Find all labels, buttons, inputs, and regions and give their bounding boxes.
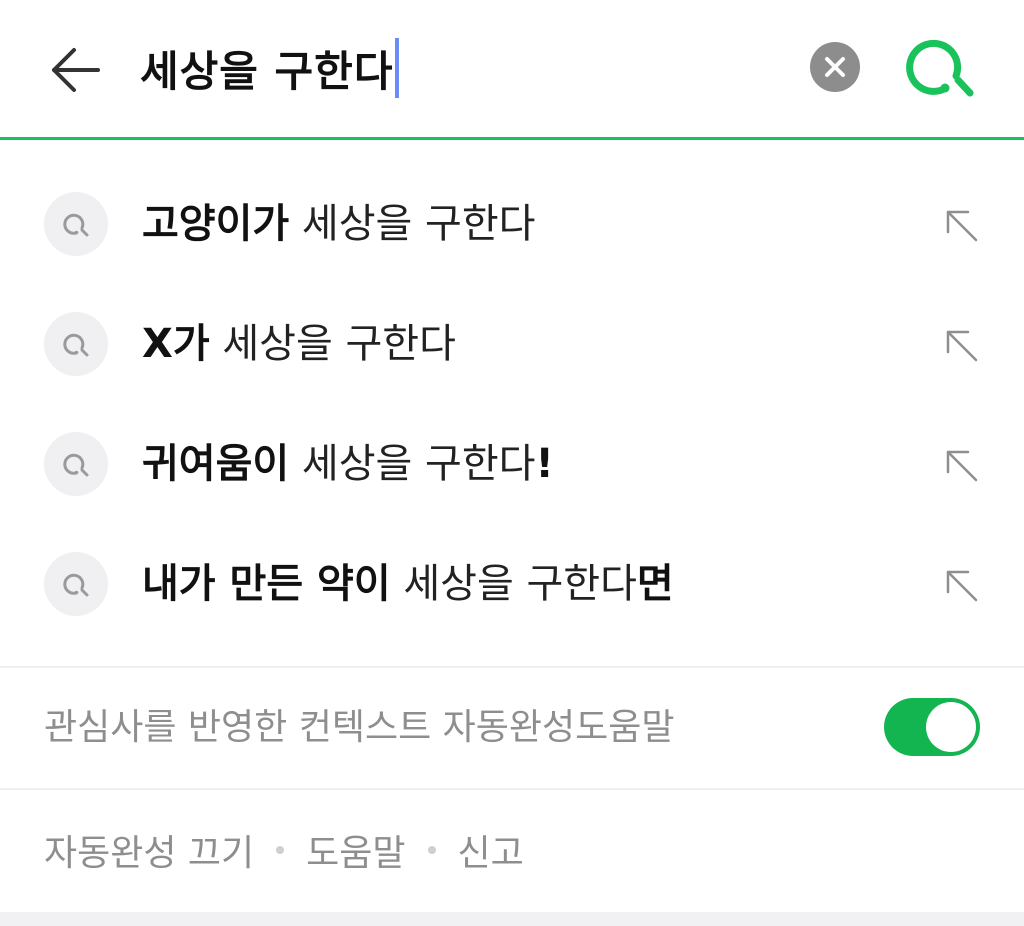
context-autocomplete-toggle[interactable]	[884, 698, 980, 756]
report-link[interactable]: 신고	[458, 824, 524, 876]
suggestion-item[interactable]: 내가 만든 약이 세상을 구한다면	[0, 524, 1024, 644]
arrow-up-left-icon	[946, 450, 978, 482]
text-caret	[395, 38, 400, 98]
arrow-left-icon	[52, 48, 100, 92]
suggestion-text: 고양이가 세상을 구한다	[142, 194, 535, 254]
search-header: 세상을 구한다	[0, 0, 1024, 140]
suggestion-text: X가 세상을 구한다	[142, 314, 456, 374]
context-autocomplete-label: 관심사를 반영한 컨텍스트 자동완성도움말	[44, 707, 675, 748]
suggestion-query-part: 세상을 구한다	[289, 201, 536, 247]
fill-query-button[interactable]	[938, 322, 986, 370]
suggestion-query-part: 세상을 구한다	[289, 441, 536, 487]
suggestion-item[interactable]: 고양이가 세상을 구한다	[0, 164, 1024, 284]
separator-dot	[276, 846, 285, 854]
back-button[interactable]	[44, 38, 108, 102]
arrow-up-left-icon	[946, 210, 978, 242]
suggestion-highlight: 귀여움이	[142, 441, 290, 487]
arrow-up-left-icon	[946, 330, 978, 362]
suggestion-text: 귀여움이 세상을 구한다!	[142, 434, 554, 494]
context-autocomplete-row: 관심사를 반영한 컨텍스트 자동완성도움말	[0, 668, 1024, 788]
search-input[interactable]: 세상을 구한다	[140, 36, 400, 100]
suggestion-highlight: 면	[636, 561, 674, 607]
suggestion-search-icon	[44, 552, 108, 616]
suggestion-query-part: 세상을 구한다	[390, 561, 637, 607]
fill-query-button[interactable]	[938, 562, 986, 610]
divider	[0, 788, 1024, 790]
suggestion-search-icon	[44, 432, 108, 496]
fill-query-button[interactable]	[938, 202, 986, 250]
turn-off-autocomplete-link[interactable]: 자동완성 끄기	[44, 824, 254, 876]
suggestion-text: 내가 만든 약이 세상을 구한다면	[142, 554, 674, 614]
help-link[interactable]: 도움말	[306, 824, 405, 876]
suggestion-search-icon	[44, 192, 108, 256]
fill-query-button[interactable]	[938, 442, 986, 490]
autocomplete-footer: 자동완성 끄기 도움말 신고	[44, 818, 524, 882]
arrow-up-left-icon	[946, 570, 978, 602]
clear-search-button[interactable]	[810, 42, 860, 92]
separator-dot	[427, 846, 436, 854]
bottom-bar	[0, 912, 1024, 926]
suggestion-highlight: X가	[142, 321, 210, 367]
suggestion-query-part: 세상을 구한다	[209, 321, 456, 367]
suggestion-highlight: !	[535, 441, 554, 487]
toggle-knob	[926, 702, 976, 752]
search-submit-button[interactable]	[906, 36, 978, 100]
autocomplete-list: 고양이가 세상을 구한다 X가 세상을 구한다 귀여움이 세상을 구한다! 내가 만든…	[0, 164, 1024, 664]
search-icon	[906, 39, 974, 97]
suggestion-highlight: 내가 만든 약이	[142, 561, 391, 607]
suggestion-item[interactable]: X가 세상을 구한다	[0, 284, 1024, 404]
suggestion-highlight: 고양이가	[142, 201, 290, 247]
close-icon	[825, 57, 845, 77]
suggestion-item[interactable]: 귀여움이 세상을 구한다!	[0, 404, 1024, 524]
search-query-text: 세상을 구한다	[140, 46, 394, 96]
suggestion-search-icon	[44, 312, 108, 376]
